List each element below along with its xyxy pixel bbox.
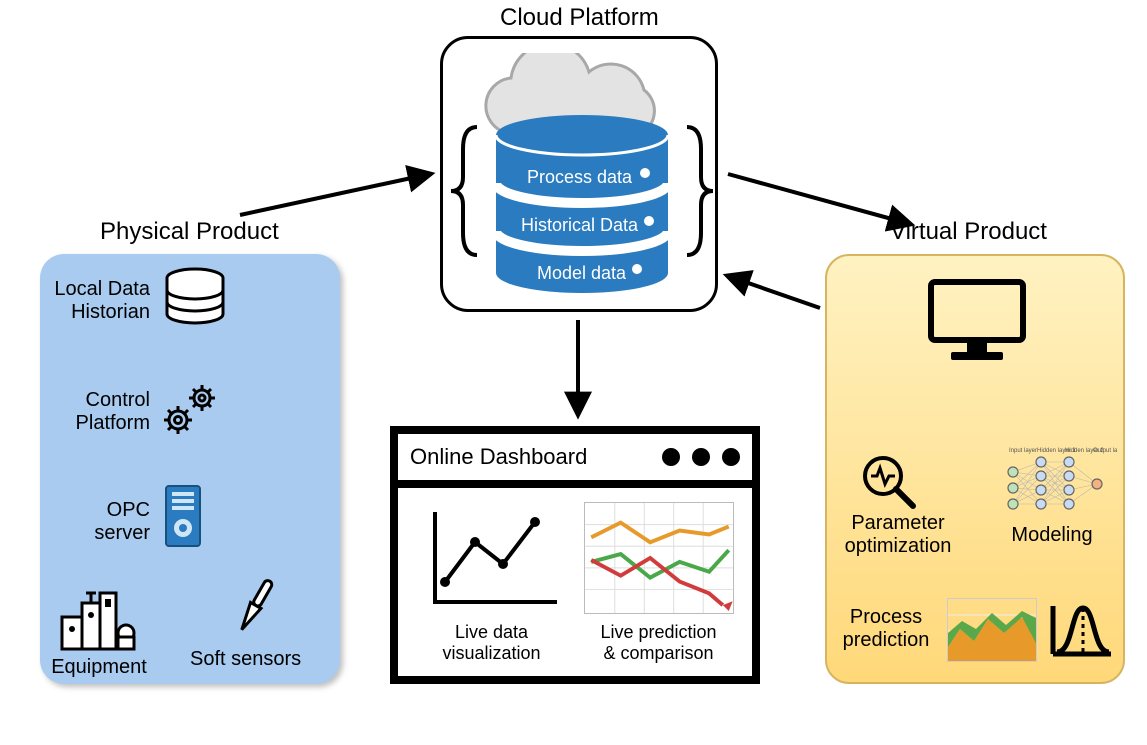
dashboard-titlebar: Online Dashboard (398, 434, 752, 488)
dashboard-live-data-caption: Live datavisualization (442, 622, 540, 663)
virtual-title: Virtual Product (890, 218, 1047, 246)
control-platform-label: ControlPlatform (46, 389, 150, 435)
server-tower-icon (164, 484, 202, 548)
dashboard-live-prediction: Live prediction& comparison (584, 502, 734, 663)
magnifier-pulse-icon (859, 452, 919, 512)
modeling-label: Modeling (997, 524, 1107, 547)
dashboard-live-data: Live datavisualization (417, 502, 567, 663)
dashboard-window-dots (662, 448, 740, 466)
equipment-label: Equipment (44, 656, 154, 679)
nn-label-input: Input layer (1009, 448, 1037, 454)
area-chart-icon (947, 598, 1037, 662)
parameter-optimization-label: Parameteroptimization (833, 512, 963, 558)
dashboard-title: Online Dashboard (410, 444, 587, 470)
neural-net-icon: Input layer Hidden layer 1 Hidden layer … (997, 444, 1117, 524)
physical-title: Physical Product (100, 218, 279, 246)
online-dashboard-box: Online Dashboard Live datavisualization (390, 426, 760, 684)
soft-sensor-icon (226, 574, 286, 644)
line-chart-icon (417, 502, 567, 614)
database-stack-icon (160, 266, 230, 330)
gears-icon (158, 382, 228, 440)
opc-server-label: OPCserver (46, 499, 150, 545)
virtual-product-panel: Parameteroptimization Input layer Hidden… (825, 254, 1125, 684)
dashboard-live-prediction-caption: Live prediction& comparison (600, 622, 716, 663)
multiline-chart-icon (584, 502, 734, 614)
nn-label-output: Output layer (1093, 448, 1117, 454)
local-data-historian-label: Local DataHistorian (46, 278, 150, 324)
bell-curve-icon (1047, 598, 1117, 662)
cloud-platform-box: Process data Historical Data Model data (440, 36, 718, 312)
monitor-icon (925, 276, 1029, 366)
soft-sensors-label: Soft sensors (190, 648, 330, 671)
physical-product-panel: Local DataHistorian ControlPlatform (40, 254, 340, 684)
cloud-db-dots (487, 113, 677, 299)
cloud-title: Cloud Platform (500, 4, 659, 32)
equipment-icon (58, 589, 136, 653)
process-prediction-label: Processprediction (831, 606, 941, 652)
